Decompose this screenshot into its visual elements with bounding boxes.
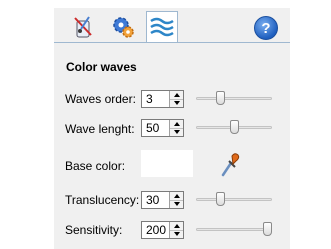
arrow-down-icon (173, 130, 180, 134)
wave-length-decrement-button[interactable] (170, 128, 183, 136)
slider-track (196, 228, 272, 231)
tab-strip-line (54, 42, 290, 43)
sensitivity-spinbox[interactable]: 200 (141, 221, 184, 239)
waves-order-slider[interactable] (196, 91, 272, 105)
shader-tools-icon (74, 16, 92, 38)
tab-shader-tools[interactable] (67, 12, 99, 42)
wave-length-slider[interactable] (196, 120, 272, 134)
arrow-down-icon (173, 202, 180, 206)
slider-thumb[interactable] (263, 222, 272, 236)
arrow-down-icon (173, 101, 180, 105)
slider-thumb[interactable] (230, 120, 239, 134)
slider-thumb[interactable] (216, 192, 225, 206)
help-icon[interactable]: ? (254, 16, 278, 40)
arrow-up-icon (173, 194, 180, 198)
arrow-down-icon (173, 232, 180, 236)
help-glyph: ? (261, 19, 271, 37)
slider-thumb[interactable] (216, 91, 225, 105)
section-title: Color waves (66, 60, 137, 74)
tab-gears[interactable] (107, 12, 139, 42)
base-color-swatch[interactable] (141, 150, 193, 177)
waves-order-spinbox[interactable]: 3 (141, 90, 184, 108)
translucency-decrement-button[interactable] (170, 200, 183, 208)
base-color-label: Base color: (65, 159, 126, 173)
arrow-up-icon (173, 93, 180, 97)
translucency-label: Translucency: (65, 193, 140, 207)
translucency-spinbox[interactable]: 30 (141, 191, 184, 209)
waves-order-value[interactable]: 3 (146, 92, 153, 106)
waves-order-decrement-button[interactable] (170, 99, 183, 107)
waves-icon (150, 17, 174, 37)
translucency-value[interactable]: 30 (146, 193, 159, 207)
wave-length-label: Wave lenght: (65, 122, 135, 136)
sensitivity-decrement-button[interactable] (170, 230, 183, 238)
sensitivity-slider[interactable] (196, 222, 272, 236)
arrow-up-icon (173, 224, 180, 228)
color-picker-icon[interactable] (220, 151, 240, 177)
sensitivity-value[interactable]: 200 (146, 223, 166, 237)
waves-order-label: Waves order: (65, 92, 136, 106)
sensitivity-label: Sensitivity: (65, 223, 123, 237)
gears-icon (113, 17, 134, 38)
tab-waves[interactable] (146, 11, 178, 42)
slider-track (196, 198, 272, 201)
settings-panel: ? Color waves Waves order: 3 Wave lenght… (54, 8, 290, 249)
wave-length-spinbox[interactable]: 50 (141, 119, 184, 137)
slider-track (196, 97, 272, 100)
translucency-slider[interactable] (196, 192, 272, 206)
arrow-up-icon (173, 122, 180, 126)
wave-length-value[interactable]: 50 (146, 121, 159, 135)
